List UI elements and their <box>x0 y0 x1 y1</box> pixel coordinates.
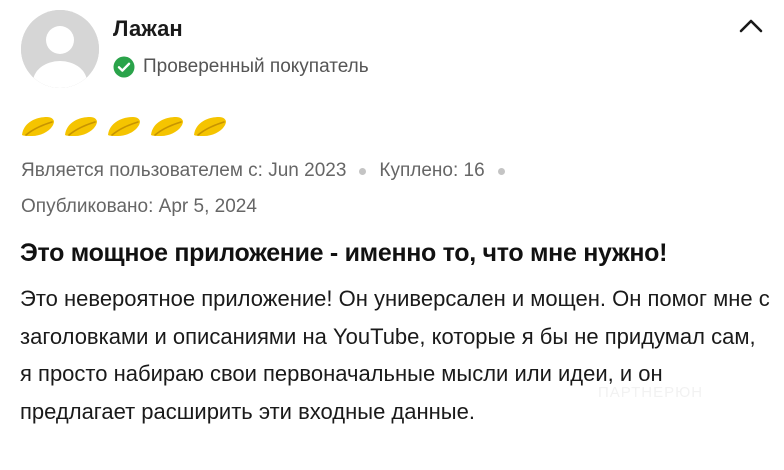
review-card: Лажан Проверенный покупатель Является по… <box>0 0 784 470</box>
rating-mark-icon <box>151 117 183 136</box>
watermark: ПАРТНЕРЮН <box>598 384 704 401</box>
separator-dot <box>359 167 367 175</box>
rating-mark-icon <box>108 117 140 136</box>
published-date: Опубликовано: Apr 5, 2024 <box>21 196 257 217</box>
review-body: Это невероятное приложение! Он универсал… <box>20 286 770 424</box>
verified-buyer-label: Проверенный покупатель <box>143 56 369 77</box>
verified-buyer-badge: Проверенный покупатель <box>113 55 369 79</box>
review-title: Это мощное приложение - именно то, что м… <box>20 239 668 267</box>
separator-dot <box>497 167 505 175</box>
check-circle-icon <box>113 56 135 78</box>
member-since: Является пользователем с: Jun 2023 <box>21 160 347 181</box>
rating-mark-icon <box>65 117 97 136</box>
author-name: Лажан <box>113 16 183 41</box>
default-avatar-icon <box>21 10 99 88</box>
reviewer-meta: Является пользователем с: Jun 2023 Купле… <box>21 158 518 184</box>
collapse-button[interactable] <box>736 14 766 38</box>
chevron-up-icon <box>739 19 763 33</box>
avatar <box>21 10 99 88</box>
rating-mark-icon <box>194 117 226 136</box>
star-rating <box>20 113 235 141</box>
rating-mark-icon <box>22 117 54 136</box>
purchase-count: Куплено: 16 <box>379 160 485 181</box>
